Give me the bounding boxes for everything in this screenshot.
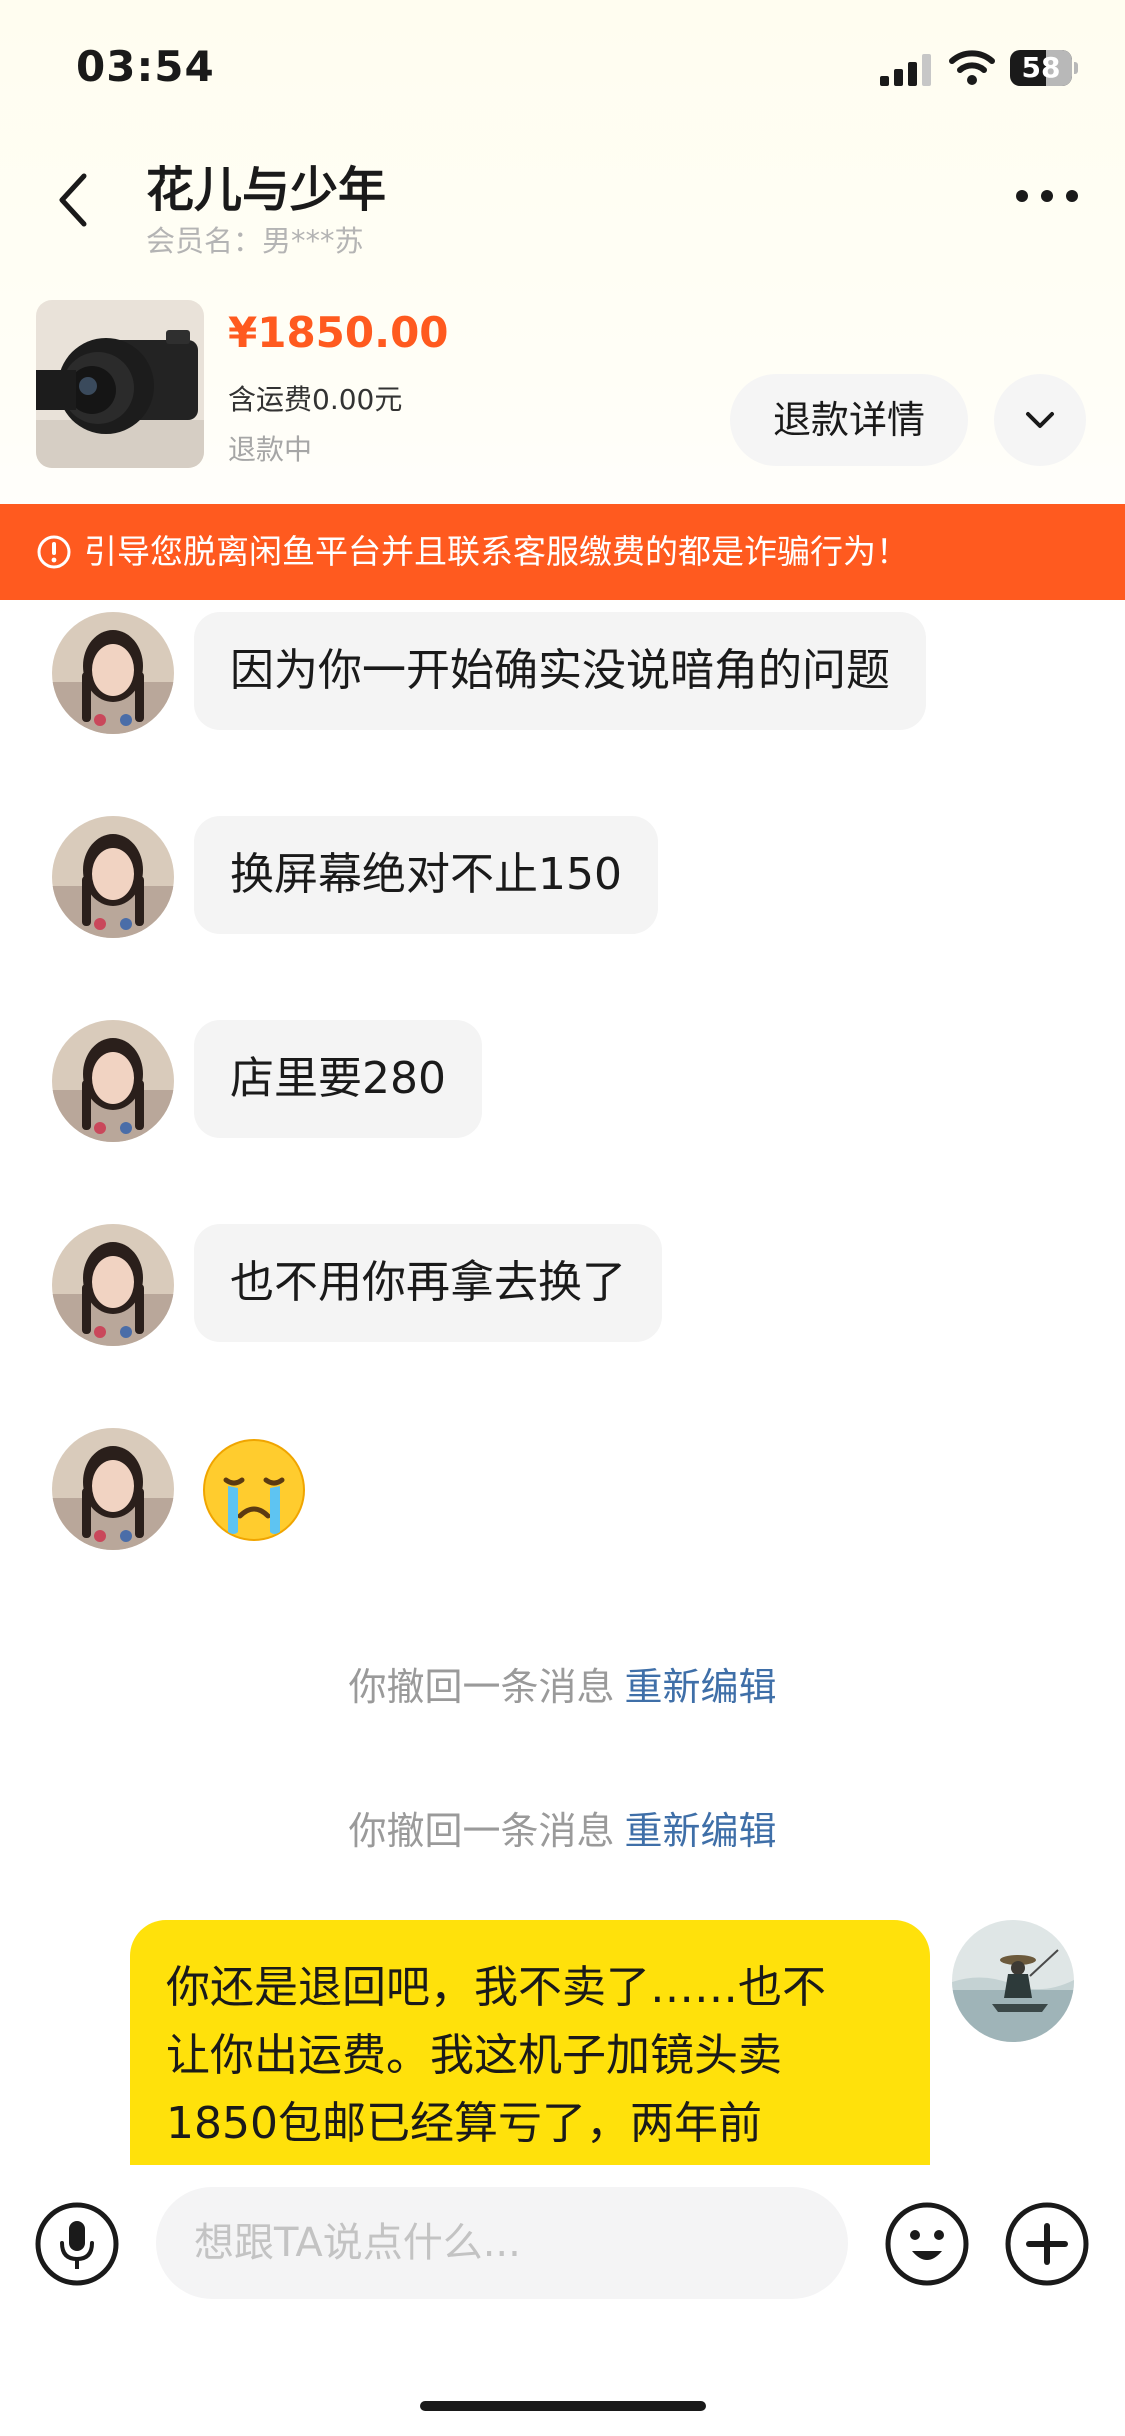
product-thumbnail-camera[interactable]: [36, 300, 204, 468]
more-options-icon[interactable]: [1012, 184, 1082, 208]
recalled-notice: 你撤回一条消息 重新编辑: [0, 1800, 1125, 1855]
cellular-signal-icon: [880, 54, 931, 86]
re-edit-link[interactable]: 重新编辑: [625, 1809, 777, 1853]
battery-body: 58: [1010, 50, 1072, 86]
warning-text: 引导您脱离闲鱼平台并且联系客服缴费的都是诈骗行为！: [84, 532, 909, 571]
home-indicator: [420, 2401, 706, 2411]
crying-face-emoji-icon[interactable]: [200, 1436, 308, 1544]
chat-title: 花儿与少年: [146, 162, 387, 218]
product-price: ¥1850.00: [228, 308, 449, 357]
incoming-message[interactable]: 因为你一开始确实没说暗角的问题: [194, 612, 926, 730]
refund-details-button[interactable]: 退款详情: [730, 374, 968, 466]
wifi-icon: [949, 50, 995, 85]
plus-icon[interactable]: [1004, 2201, 1090, 2287]
recalled-notice: 你撤回一条消息 重新编辑: [0, 1656, 1125, 1711]
outgoing-message-line: 你还是退回吧，我不卖了……也不: [166, 1962, 826, 2013]
contact-avatar[interactable]: [52, 1020, 174, 1142]
member-name: 会员名：男***苏: [146, 224, 364, 258]
outgoing-message[interactable]: 你还是退回吧，我不卖了……也不 让你出运费。我这机子加镜头卖 1850包邮已经算…: [130, 1920, 930, 2170]
expand-button[interactable]: [994, 374, 1086, 466]
emoji-face-icon[interactable]: [884, 2201, 970, 2287]
my-avatar[interactable]: [952, 1920, 1074, 2042]
product-card[interactable]: ¥1850.00 含运费0.00元 退款中 退款详情: [0, 292, 1125, 477]
battery-indicator: 58: [1010, 50, 1078, 86]
chevron-down-icon: [1026, 412, 1054, 428]
battery-level: 58: [1021, 51, 1061, 84]
re-edit-link[interactable]: 重新编辑: [625, 1665, 777, 1709]
microphone-icon[interactable]: [34, 2201, 120, 2287]
incoming-message[interactable]: 换屏幕绝对不止150: [194, 816, 658, 934]
contact-avatar[interactable]: [52, 612, 174, 734]
status-bar: 03:54 58: [0, 0, 1125, 140]
outgoing-message-line: 1850包邮已经算亏了，两年前: [166, 2098, 762, 2149]
product-shipping: 含运费0.00元: [228, 383, 403, 416]
message-input-bar: [0, 2165, 1125, 2436]
recalled-text: 你撤回一条消息: [348, 1665, 615, 1709]
alert-circle-icon: [37, 535, 71, 569]
contact-avatar[interactable]: [52, 1224, 174, 1346]
fraud-warning-banner: 引导您脱离闲鱼平台并且联系客服缴费的都是诈骗行为！: [0, 504, 1125, 600]
incoming-message[interactable]: 店里要280: [194, 1020, 482, 1138]
outgoing-message-line: 让你出运费。我这机子加镜头卖: [166, 2030, 782, 2081]
back-arrow-icon[interactable]: [52, 168, 96, 232]
battery-cap: [1074, 62, 1078, 74]
status-time: 03:54: [76, 42, 215, 91]
incoming-message[interactable]: 也不用你再拿去换了: [194, 1224, 662, 1342]
recalled-text: 你撤回一条消息: [348, 1809, 615, 1853]
message-input[interactable]: [156, 2187, 848, 2299]
chat-header: 花儿与少年 会员名：男***苏: [0, 140, 1125, 270]
contact-avatar[interactable]: [52, 1428, 174, 1550]
contact-avatar[interactable]: [52, 816, 174, 938]
refund-status: 退款中: [228, 433, 313, 466]
